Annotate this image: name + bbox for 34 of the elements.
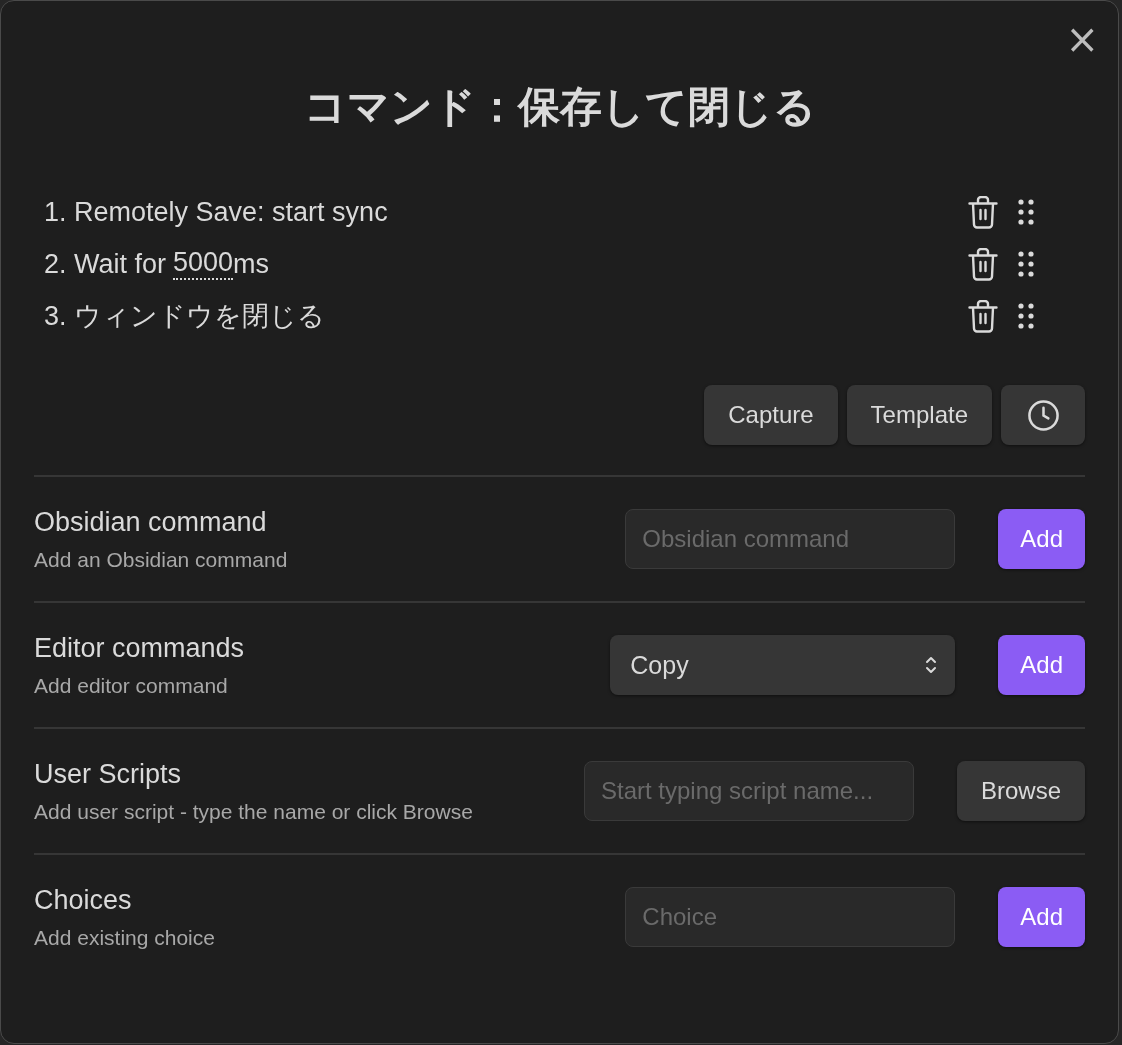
command-label: 2. Wait for <box>44 248 167 280</box>
trash-icon[interactable] <box>968 247 998 281</box>
drag-handle-icon[interactable] <box>1018 199 1034 225</box>
browse-button[interactable]: Browse <box>956 761 1085 821</box>
setting-description: Add existing choice <box>34 925 216 950</box>
add-button[interactable]: Add <box>998 509 1085 569</box>
clock-button[interactable] <box>1001 385 1085 445</box>
setting-name: Choices <box>34 884 133 916</box>
text-field[interactable]: Start typing script name... <box>583 761 914 821</box>
setting-name: Editor commands <box>34 632 246 664</box>
setting-name: User Scripts <box>34 758 183 790</box>
trash-icon[interactable] <box>968 299 998 333</box>
text-field[interactable]: Obsidian command <box>625 509 956 569</box>
clock-icon <box>1026 398 1060 432</box>
modal-title: コマンド：保存して閉じる <box>302 82 817 132</box>
setting-name: Obsidian command <box>34 506 268 538</box>
action-button[interactable]: Template <box>846 385 992 445</box>
drag-handle-icon[interactable] <box>1018 251 1034 277</box>
chevron-updown-icon <box>925 655 938 675</box>
setting-description: Add user script - type the name or click Browse <box>34 799 474 824</box>
add-button[interactable]: Add <box>998 635 1085 695</box>
unit-label: ms <box>233 248 270 280</box>
setting-description: Add editor command <box>34 673 229 698</box>
add-button[interactable]: Add <box>998 887 1085 947</box>
text-field[interactable]: Choice <box>625 887 956 947</box>
wait-value-field[interactable]: 5000 <box>173 248 234 280</box>
dropdown[interactable]: Copy <box>610 635 956 695</box>
action-button[interactable]: Capture <box>704 385 838 445</box>
setting-description: Add an Obsidian command <box>34 547 289 572</box>
command-label: 3. ウィンドウを閉じる <box>44 300 326 333</box>
drag-handle-icon[interactable] <box>1018 303 1034 329</box>
trash-icon[interactable] <box>968 195 998 229</box>
close-button[interactable]: × <box>1061 19 1103 59</box>
command-label: 1. Remotely Save: start sync <box>44 196 388 228</box>
